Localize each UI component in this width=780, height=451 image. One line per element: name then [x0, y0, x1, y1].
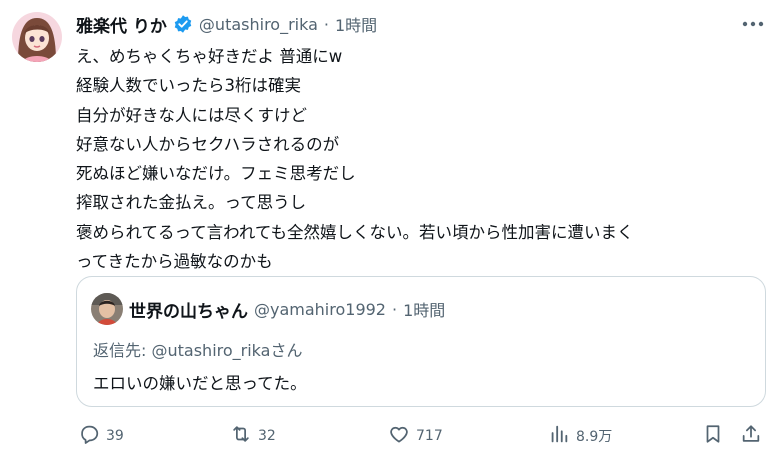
- reply-icon: [78, 423, 100, 449]
- tweet-text-line: 自分が好きな人には尽くすけど: [76, 105, 307, 125]
- quoted-display-name[interactable]: 世界の山ちゃん: [129, 297, 248, 322]
- share-button[interactable]: [740, 422, 762, 450]
- quoted-tweet[interactable]: 世界の山ちゃん @yamahiro1992 · 1時間 返信先: @utashi…: [76, 276, 766, 407]
- views-button[interactable]: 8.9万: [548, 422, 612, 450]
- retweet-button[interactable]: 32: [230, 422, 276, 450]
- tweet-text-line: 褒められてるって言われても全然嬉しくない。若い頃から性加害に遭いまく: [76, 222, 634, 242]
- tweet-text-line: 経験人数でいったら3桁は確実: [76, 76, 301, 96]
- reply-button[interactable]: 39: [78, 422, 124, 450]
- share-icon: [740, 423, 762, 449]
- tweet-text-line: 好意ない人からセクハラされるのが: [76, 134, 340, 154]
- separator-dot: ·: [323, 14, 329, 34]
- verified-badge-icon: [173, 14, 193, 34]
- quoted-avatar[interactable]: [91, 293, 123, 325]
- tweet-text-line: 死ぬほど嫌いなだけ。フェミ思考だし: [76, 164, 356, 184]
- reply-context: 返信先: @utashiro_rikaさん: [93, 337, 302, 361]
- tweet-text: え、めちゃくちゃ好きだよ 普通にw 経験人数でいったら3桁は確実 自分が好きな人…: [76, 42, 766, 276]
- views-chart-icon: [548, 423, 570, 449]
- reply-context-label: 返信先:: [93, 341, 147, 360]
- retweet-icon: [230, 423, 252, 449]
- more-icon[interactable]: [740, 14, 766, 34]
- handle[interactable]: @utashiro_rika: [199, 15, 318, 34]
- tweet: 雅楽代 りか @utashiro_rika · 1時間 え、めちゃくちゃ好きだよ…: [0, 0, 780, 451]
- action-bar: 39 32 717 8.9万: [70, 422, 770, 450]
- tweet-text-line: え、めちゃくちゃ好きだよ 普通にw: [76, 47, 343, 66]
- quoted-handle[interactable]: @yamahiro1992: [254, 300, 386, 319]
- quoted-tweet-text: エロいの嫌いだと思ってた。: [93, 374, 307, 393]
- separator-dot: ·: [391, 299, 398, 319]
- timestamp[interactable]: 1時間: [335, 12, 377, 36]
- tweet-header: 雅楽代 りか @utashiro_rika · 1時間: [76, 12, 377, 37]
- bookmark-icon: [702, 423, 724, 449]
- like-count: 717: [416, 428, 443, 444]
- reply-context-user[interactable]: @utashiro_rikaさん: [152, 341, 303, 360]
- quoted-timestamp[interactable]: 1時間: [403, 297, 445, 321]
- view-count: 8.9万: [576, 429, 613, 445]
- bookmark-button[interactable]: [702, 422, 724, 450]
- like-button[interactable]: 717: [388, 422, 443, 450]
- heart-icon: [388, 423, 410, 449]
- display-name[interactable]: 雅楽代 りか: [76, 12, 167, 37]
- retweet-count: 32: [258, 428, 276, 444]
- reply-count: 39: [106, 428, 124, 444]
- tweet-text-line: 搾取された金払え。って思うし: [76, 193, 307, 213]
- tweet-text-line: ってきたから過敏なのかも: [76, 252, 273, 272]
- avatar[interactable]: [12, 12, 62, 62]
- quoted-tweet-header: 世界の山ちゃん @yamahiro1992 · 1時間: [91, 293, 445, 325]
